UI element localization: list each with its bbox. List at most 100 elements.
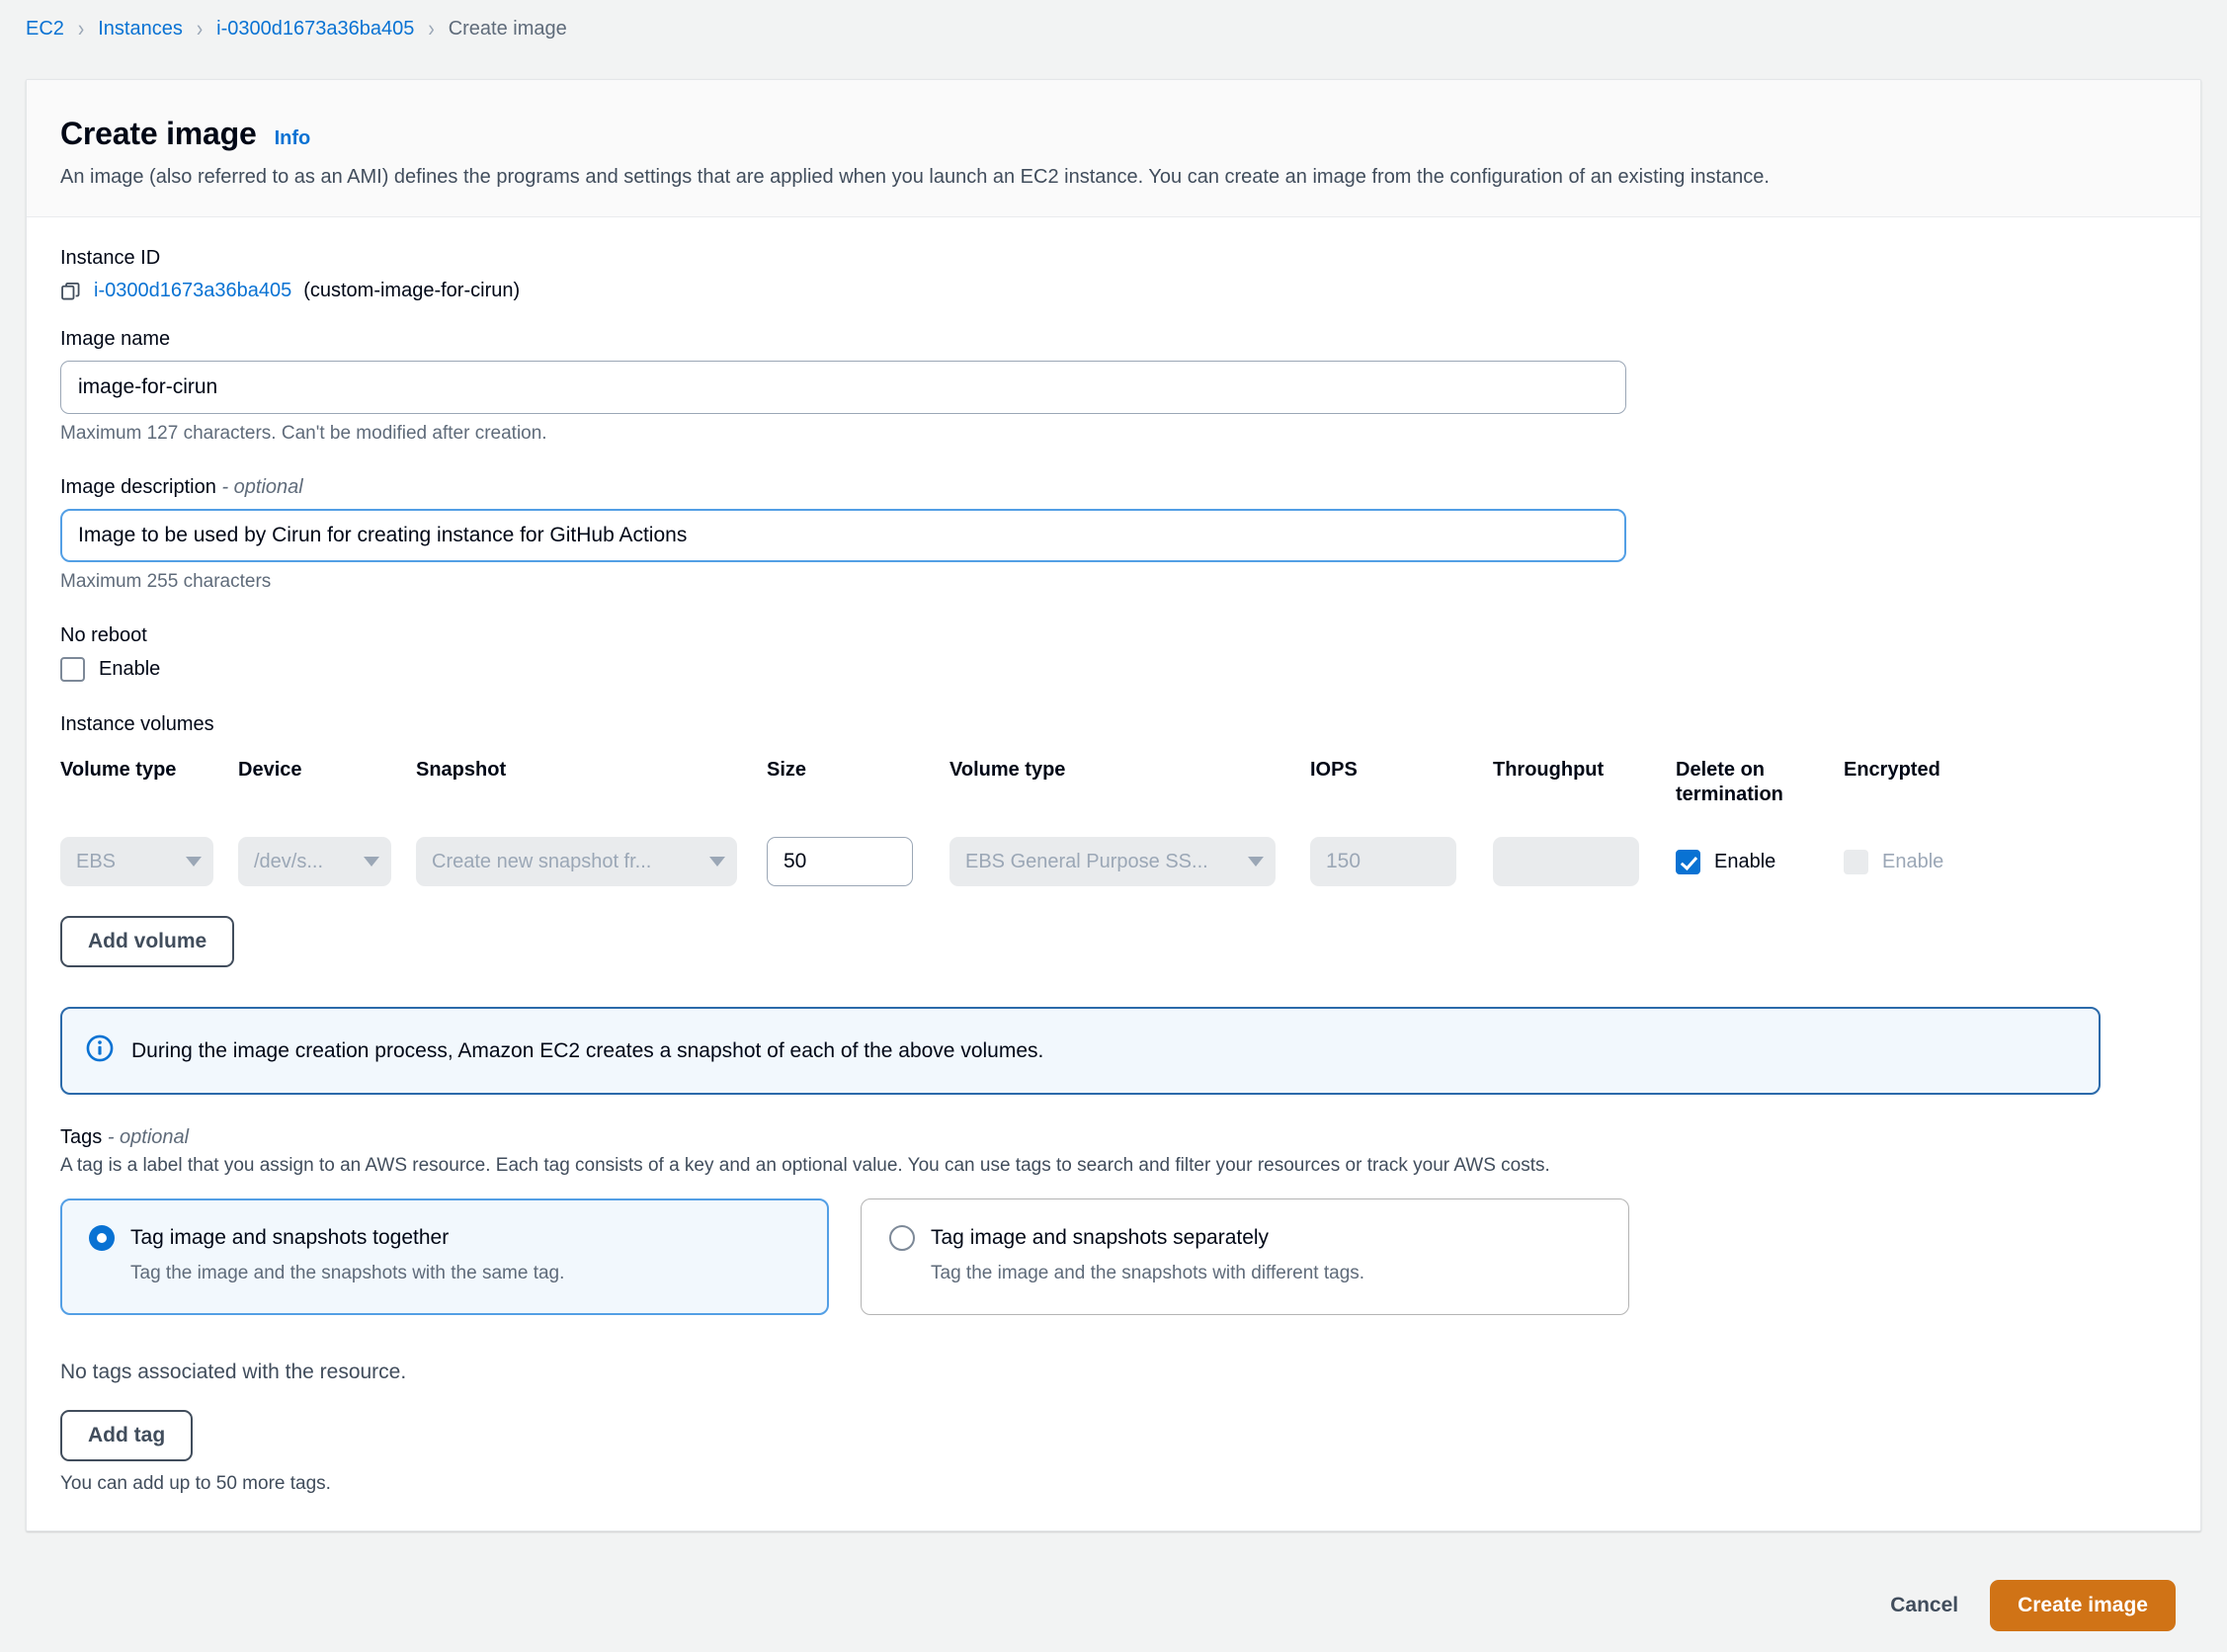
column-header-volume-type: Volume type xyxy=(60,759,177,781)
info-alert-text: During the image creation process, Amazo… xyxy=(131,1038,1044,1062)
volume-class-select-value: EBS General Purpose SS... xyxy=(965,850,1208,872)
instance-id-row: i-0300d1673a36ba405 (custom-image-for-ci… xyxy=(60,280,2167,302)
snapshot-select[interactable]: Create new snapshot fr... xyxy=(416,837,737,886)
breadcrumb-item-instance-id[interactable]: i-0300d1673a36ba405 xyxy=(216,18,414,41)
tags-label: Tags - optional xyxy=(60,1126,2167,1149)
volume-type-select[interactable]: EBS xyxy=(60,837,213,886)
chevron-down-icon xyxy=(186,857,202,867)
add-tag-button[interactable]: Add tag xyxy=(60,1410,194,1461)
column-header-iops: IOPS xyxy=(1310,759,1358,781)
cell-volume-type: EBS xyxy=(60,837,238,886)
column-header-device: Device xyxy=(238,759,302,781)
column-header-encrypted: Encrypted xyxy=(1844,759,1940,781)
chevron-down-icon xyxy=(1248,857,1264,867)
device-select[interactable]: /dev/s... xyxy=(238,837,391,886)
image-name-helper: Maximum 127 characters. Can't be modifie… xyxy=(60,423,547,444)
card-title-row: Create image Info xyxy=(60,116,2167,152)
column-header-delete-on-termination: Delete on termination xyxy=(1676,759,1783,805)
volume-type-select-value: EBS xyxy=(76,850,117,872)
delete-on-termination-label: Enable xyxy=(1714,850,1776,872)
instance-id-link[interactable]: i-0300d1673a36ba405 xyxy=(94,280,291,302)
copy-icon[interactable] xyxy=(60,281,82,302)
no-reboot-label: No reboot xyxy=(60,624,147,646)
cell-size xyxy=(767,837,949,886)
page-description: An image (also referred to as an AMI) de… xyxy=(60,166,1770,188)
instance-volumes-label: Instance volumes xyxy=(60,713,214,735)
encrypted-label: Enable xyxy=(1882,850,1944,872)
image-description-optional: - optional xyxy=(221,476,303,498)
breadcrumb: EC2 › Instances › i-0300d1673a36ba405 › … xyxy=(0,0,2227,57)
iops-input xyxy=(1310,837,1456,886)
tag-mode-option-separately-subtitle: Tag the image and the snapshots with dif… xyxy=(931,1263,1365,1283)
checkbox-checked-icon[interactable] xyxy=(1676,849,1700,874)
cell-volume-class: EBS General Purpose SS... xyxy=(949,837,1310,886)
breadcrumb-item-instances[interactable]: Instances xyxy=(98,18,183,41)
card-body: Instance ID i-0300d1673a36ba405 (custom-… xyxy=(27,217,2200,1495)
cell-device: /dev/s... xyxy=(238,837,416,886)
form-actions: Cancel Create image xyxy=(0,1559,2227,1652)
tag-mode-radio-group: Tag image and snapshots together Tag the… xyxy=(60,1198,2167,1315)
cell-iops xyxy=(1310,837,1493,886)
device-select-value: /dev/s... xyxy=(254,850,324,872)
card-header: Create image Info An image (also referre… xyxy=(27,80,2200,217)
table-row: EBS /dev/s... Create new snapshot fr... xyxy=(60,837,2167,886)
tag-mode-option-together-top: Tag image and snapshots together xyxy=(89,1225,800,1251)
tags-label-text: Tags xyxy=(60,1126,103,1148)
encrypted-checkbox: Enable xyxy=(1844,849,2021,874)
cell-snapshot: Create new snapshot fr... xyxy=(416,837,767,886)
image-description-helper: Maximum 255 characters xyxy=(60,571,272,592)
tags-optional: - optional xyxy=(107,1126,190,1148)
create-image-button[interactable]: Create image xyxy=(1990,1580,2176,1631)
tag-mode-option-separately[interactable]: Tag image and snapshots separately Tag t… xyxy=(861,1198,1629,1315)
instance-name: (custom-image-for-cirun) xyxy=(303,280,521,301)
throughput-input xyxy=(1493,837,1639,886)
info-link[interactable]: Info xyxy=(275,127,311,150)
checkbox-unchecked-icon[interactable] xyxy=(60,657,85,682)
breadcrumb-item-ec2[interactable]: EC2 xyxy=(26,18,64,41)
cell-encrypted: Enable xyxy=(1844,849,2021,874)
info-alert: During the image creation process, Amazo… xyxy=(60,1007,2101,1095)
size-input[interactable] xyxy=(767,837,913,886)
tag-mode-option-together-title: Tag image and snapshots together xyxy=(130,1226,450,1249)
table-header-row: Volume type Device Snapshot Size Volume … xyxy=(60,758,2167,807)
column-header-throughput: Throughput xyxy=(1493,759,1605,781)
add-volume-button[interactable]: Add volume xyxy=(60,916,235,967)
column-header-size: Size xyxy=(767,759,807,781)
volume-class-select[interactable]: EBS General Purpose SS... xyxy=(949,837,1276,886)
instance-id-label: Instance ID xyxy=(60,247,161,269)
tag-mode-option-separately-title: Tag image and snapshots separately xyxy=(931,1226,1270,1249)
image-name-input[interactable] xyxy=(60,361,1626,414)
tags-description: A tag is a label that you assign to an A… xyxy=(60,1155,1550,1176)
cell-delete-on-termination: Enable xyxy=(1676,849,1844,874)
tag-mode-option-separately-top: Tag image and snapshots separately xyxy=(889,1225,1601,1251)
tags-limit-text: You can add up to 50 more tags. xyxy=(60,1473,331,1494)
image-description-input[interactable] xyxy=(60,509,1626,562)
tag-mode-option-together[interactable]: Tag image and snapshots together Tag the… xyxy=(60,1198,829,1315)
cancel-button[interactable]: Cancel xyxy=(1872,1580,1976,1631)
tag-mode-option-together-subtitle: Tag the image and the snapshots with the… xyxy=(130,1263,565,1283)
image-description-label-text: Image description xyxy=(60,476,216,498)
page-title: Create image xyxy=(60,116,257,151)
no-reboot-checkbox-label: Enable xyxy=(99,658,161,680)
radio-unselected-icon[interactable] xyxy=(889,1225,915,1251)
info-circle-icon xyxy=(86,1034,114,1067)
instance-volumes-table: Volume type Device Snapshot Size Volume … xyxy=(60,758,2167,886)
chevron-down-icon xyxy=(364,857,379,867)
snapshot-select-value: Create new snapshot fr... xyxy=(432,850,652,872)
delete-on-termination-checkbox[interactable]: Enable xyxy=(1676,849,1844,874)
column-header-volume-class: Volume type xyxy=(949,759,1066,781)
chevron-down-icon xyxy=(709,857,725,867)
column-header-snapshot: Snapshot xyxy=(416,759,507,781)
breadcrumb-item-create-image: Create image xyxy=(448,17,567,40)
breadcrumb-separator-icon: › xyxy=(196,15,204,42)
breadcrumb-separator-icon: › xyxy=(428,15,435,42)
breadcrumb-separator-icon: › xyxy=(77,15,85,42)
no-reboot-checkbox[interactable]: Enable xyxy=(60,657,2167,682)
cell-throughput xyxy=(1493,837,1676,886)
no-tags-text: No tags associated with the resource. xyxy=(60,1361,407,1383)
image-description-label: Image description - optional xyxy=(60,476,2167,499)
checkbox-disabled-icon xyxy=(1844,849,1868,874)
image-name-label: Image name xyxy=(60,328,171,350)
create-image-card: Create image Info An image (also referre… xyxy=(26,79,2201,1531)
radio-selected-icon[interactable] xyxy=(89,1225,115,1251)
